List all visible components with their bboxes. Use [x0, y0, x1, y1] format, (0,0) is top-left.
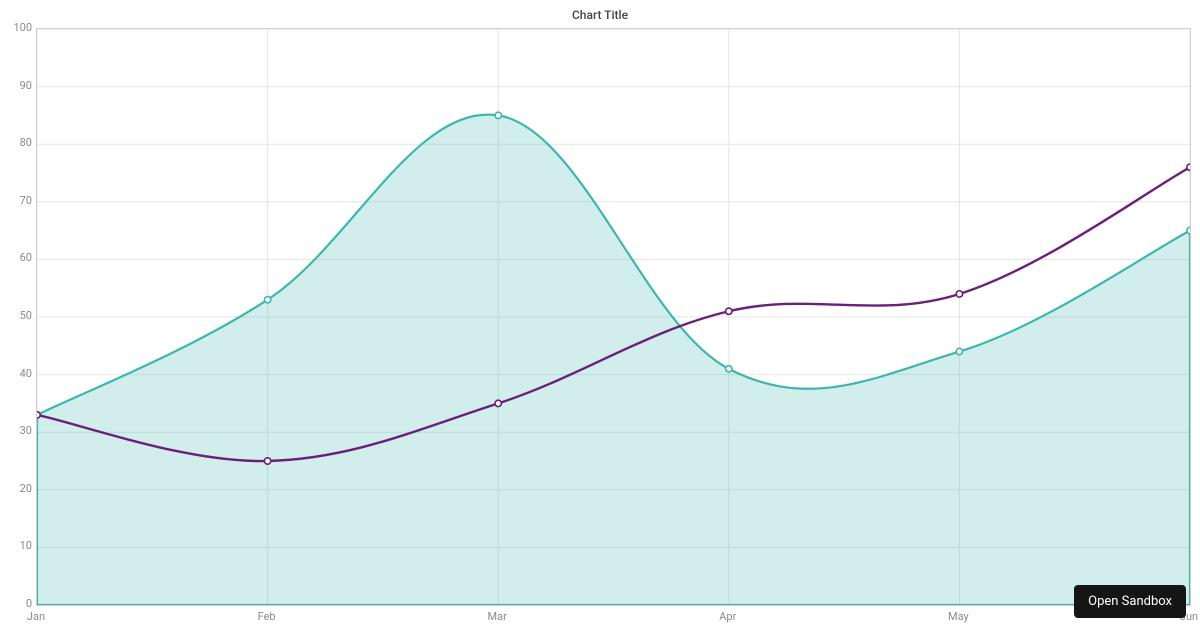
- open-sandbox-button[interactable]: Open Sandbox: [1074, 585, 1186, 618]
- y-tick: 90: [2, 79, 32, 92]
- y-tick: 20: [2, 482, 32, 495]
- y-tick: 10: [2, 539, 32, 552]
- line-point: [956, 291, 962, 297]
- y-tick: 80: [2, 136, 32, 149]
- area-point: [1187, 227, 1190, 233]
- x-tick: Apr: [719, 610, 736, 623]
- chart-svg: [37, 29, 1190, 605]
- area-point: [726, 366, 732, 372]
- x-tick: Mar: [488, 610, 507, 623]
- area-point: [264, 297, 270, 303]
- area-point: [495, 112, 501, 118]
- chart-plot-area: [36, 28, 1191, 606]
- y-tick: 70: [2, 194, 32, 207]
- y-tick: 100: [2, 21, 32, 34]
- line-point: [37, 412, 40, 418]
- chart-title: Chart Title: [572, 8, 628, 22]
- line-point: [264, 458, 270, 464]
- y-tick: 40: [2, 367, 32, 380]
- area-point: [956, 348, 962, 354]
- line-point: [726, 308, 732, 314]
- x-tick: May: [948, 610, 969, 623]
- y-tick: 50: [2, 309, 32, 322]
- y-tick: 60: [2, 251, 32, 264]
- x-tick: Jan: [27, 610, 45, 623]
- y-tick: 0: [2, 597, 32, 610]
- line-point: [495, 400, 501, 406]
- series-area: [37, 115, 1190, 605]
- line-point: [1187, 164, 1190, 170]
- x-tick: Feb: [258, 610, 276, 623]
- y-tick: 30: [2, 424, 32, 437]
